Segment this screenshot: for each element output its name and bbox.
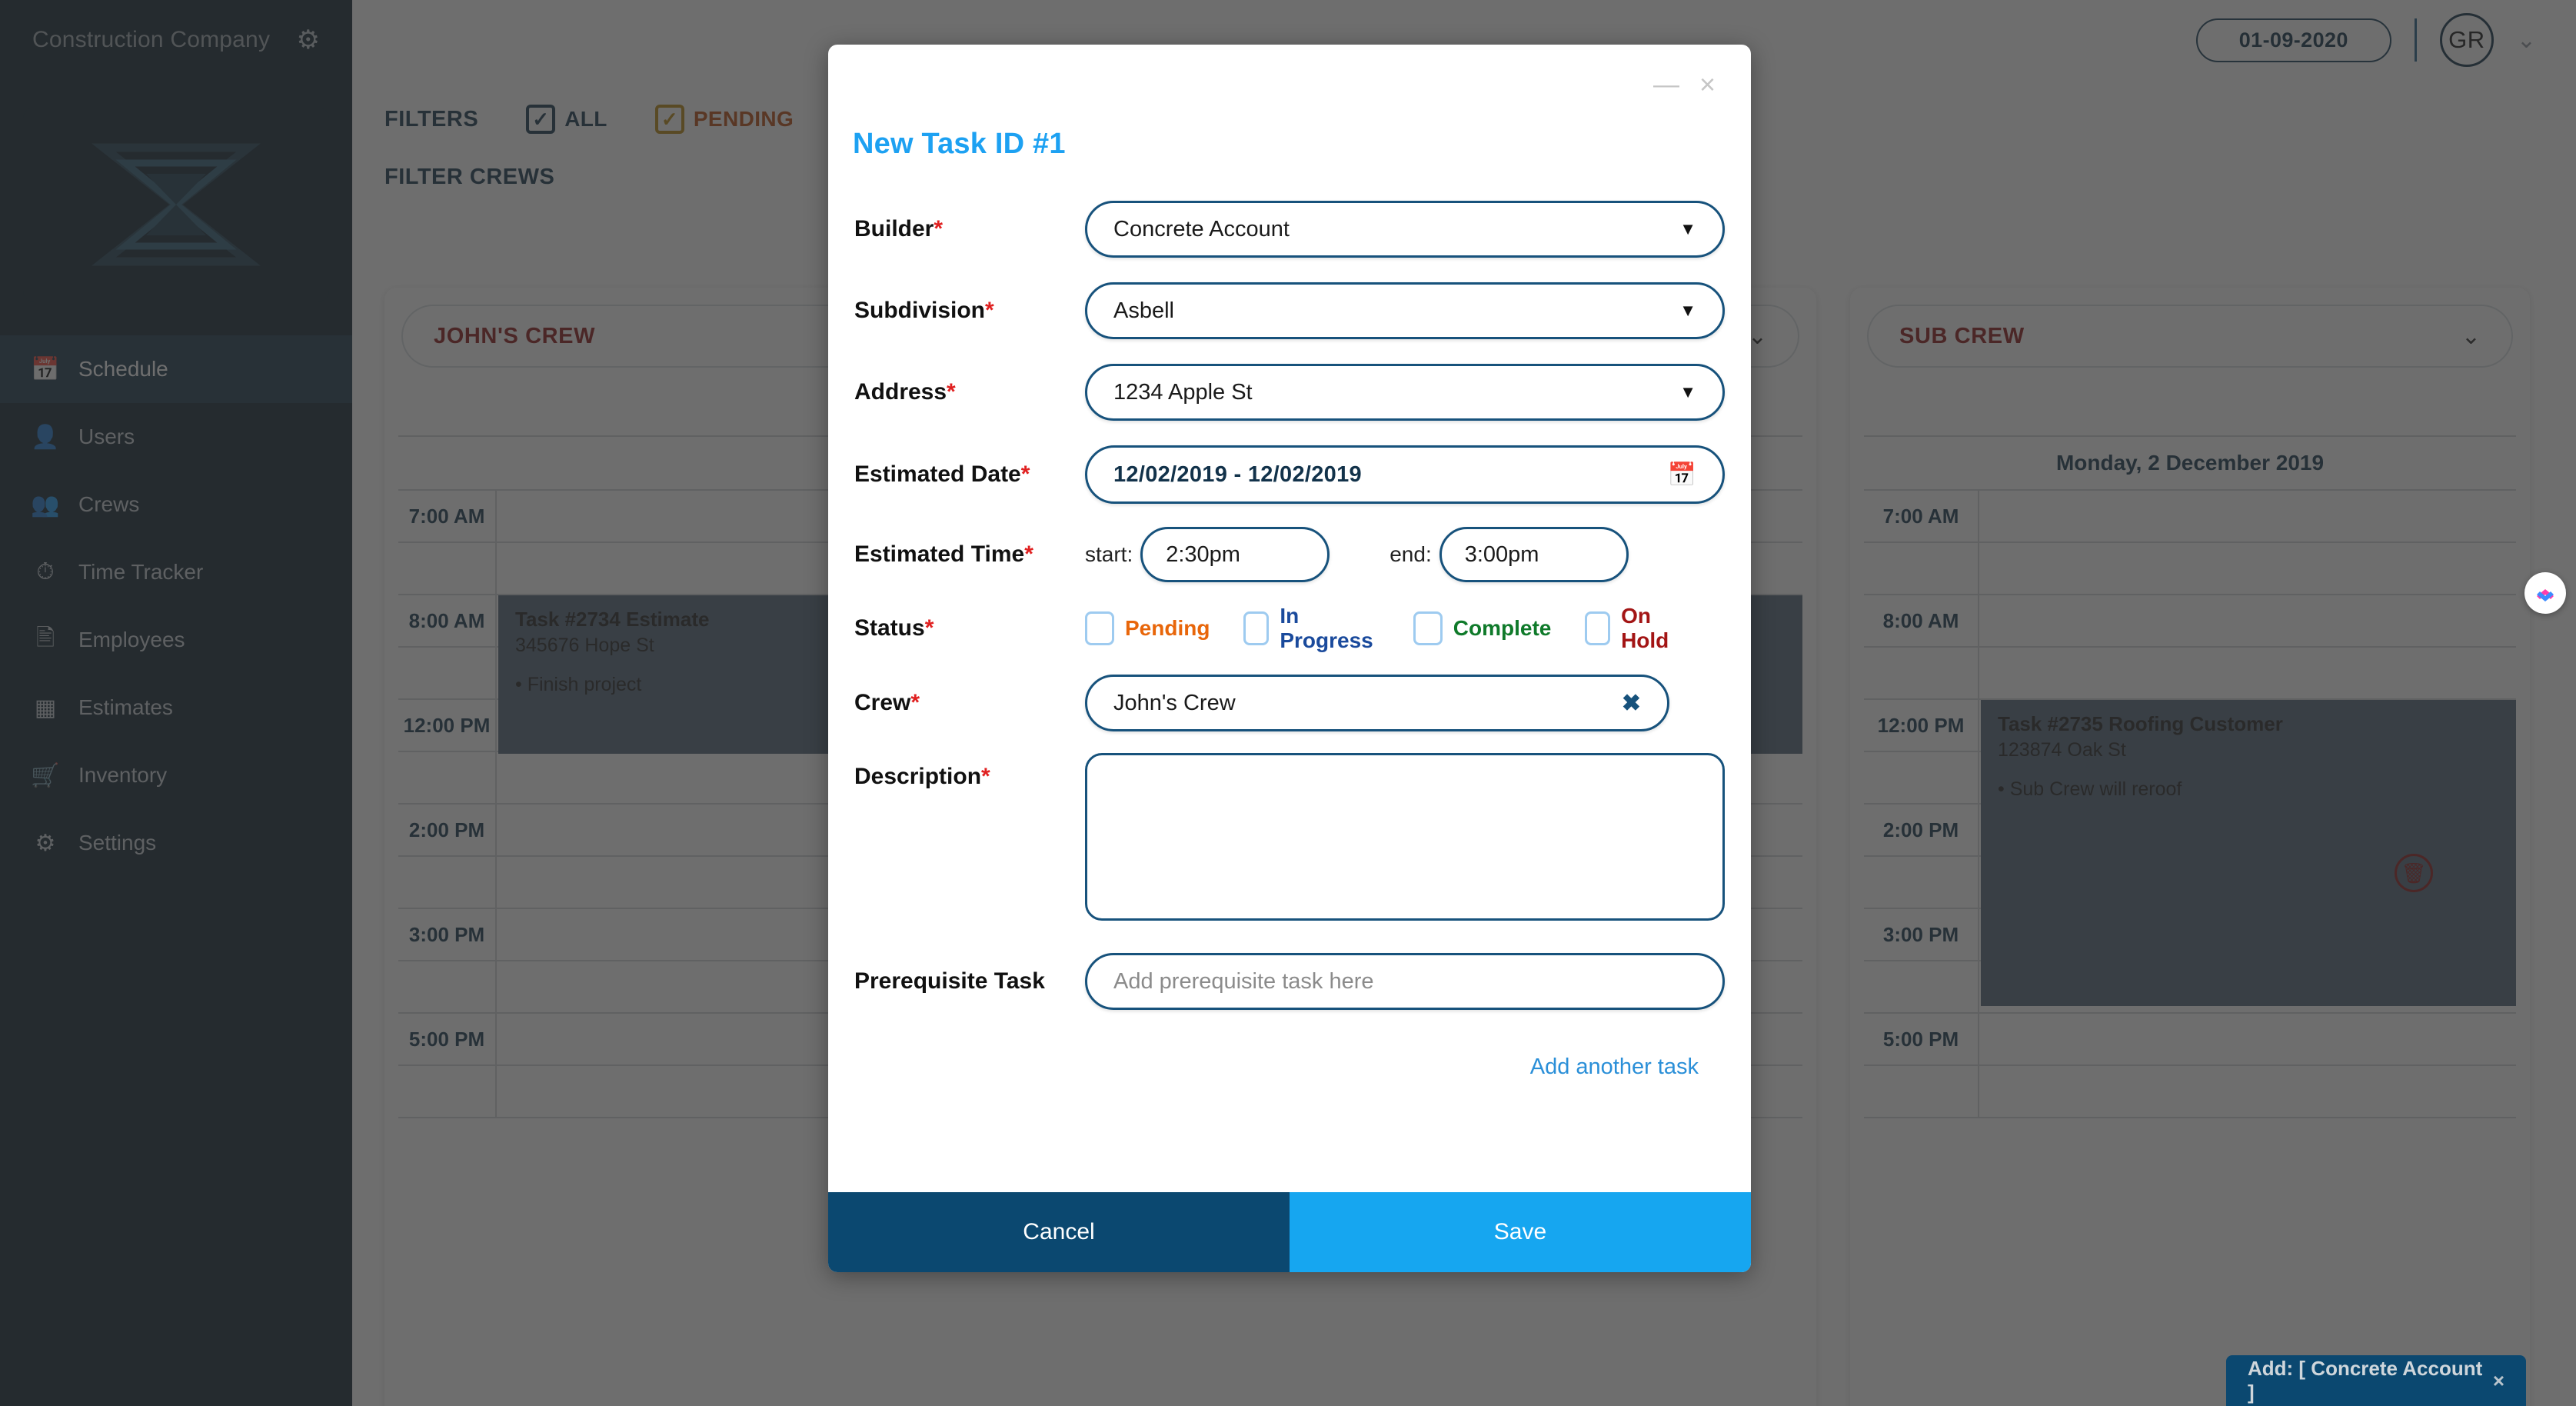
selected-value: 1234 Apple St [1113,379,1253,405]
status-complete[interactable]: Complete [1413,611,1552,645]
field-label: Crew* [854,690,1085,716]
field-crew: Crew* John's Crew ✖ [854,675,1725,731]
label-text: Estimated Date [854,461,1021,487]
start-time-input[interactable]: 2:30pm [1140,527,1330,582]
field-label: Prerequisite Task [854,968,1085,995]
selected-value: Concrete Account [1113,216,1290,242]
clickup-logo-icon[interactable] [2524,572,2566,614]
field-prerequisite-task: Prerequisite Task Add prerequisite task … [854,953,1725,1010]
toast-notification: Add: [ Concrete Account ] × [2226,1355,2526,1406]
field-label: Estimated Date* [854,461,1085,488]
field-label: Status* [854,615,1085,641]
field-builder: Builder* Concrete Account ▼ [854,201,1725,258]
field-description: Description* [854,753,1725,921]
required-mark: * [924,615,934,641]
status-label: On Hold [1621,604,1669,652]
required-mark: * [981,764,990,789]
required-mark: * [1024,541,1033,567]
clear-x-icon[interactable]: ✖ [1622,690,1641,717]
description-textarea[interactable] [1085,753,1725,921]
builder-select[interactable]: Concrete Account ▼ [1085,201,1725,258]
field-label: Address* [854,379,1085,405]
modal-controls: — × [828,45,1751,100]
field-control: Add prerequisite task here [1085,953,1725,1010]
close-icon[interactable]: × [2493,1369,2504,1393]
date-value: 12/02/2019 - 12/02/2019 [1113,461,1362,487]
required-mark: * [910,690,920,715]
label-text: Builder [854,216,934,242]
field-label: Estimated Time* [854,541,1085,568]
field-address: Address* 1234 Apple St ▼ [854,364,1725,421]
label-text: Estimated Time [854,541,1025,567]
checkbox-icon[interactable] [1413,611,1443,645]
field-subdivision: Subdivision* Asbell ▼ [854,282,1725,339]
estimated-date-input[interactable]: 12/02/2019 - 12/02/2019 📅 [1085,445,1725,504]
field-control [1085,753,1725,921]
required-mark: * [1020,461,1030,487]
field-control: Concrete Account ▼ [1085,201,1725,258]
field-label: Subdivision* [854,298,1085,324]
label-text: Subdivision [854,298,986,323]
required-mark: * [985,298,994,323]
checkbox-icon[interactable] [1085,611,1114,645]
status-pending[interactable]: Pending [1085,611,1210,645]
add-another-task-link[interactable]: Add another task [854,1028,1725,1080]
status-label: Pending [1125,616,1210,640]
field-status: Status* Pending In Progress Complete On … [854,604,1725,653]
field-estimated-time: Estimated Time* start: 2:30pm end: 3:00p… [854,527,1725,582]
field-control: 1234 Apple St ▼ [1085,364,1725,421]
label-text: Address [854,379,947,405]
field-estimated-date: Estimated Date* 12/02/2019 - 12/02/2019 … [854,445,1725,504]
field-control: John's Crew ✖ [1085,675,1725,731]
label-text: Status [854,615,925,641]
label-text: Prerequisite Task [854,968,1045,994]
chevron-down-icon: ▼ [1679,301,1696,320]
crew-input[interactable]: John's Crew ✖ [1085,675,1669,731]
checkbox-icon[interactable] [1243,611,1270,645]
close-icon[interactable]: × [1699,71,1716,98]
new-task-modal: — × New Task ID #1 Builder* Concrete Acc… [828,45,1751,1272]
required-mark: * [934,216,944,242]
toast-message: Add: [ Concrete Account ] [2248,1357,2483,1404]
modal-body: Builder* Concrete Account ▼ Subdivision*… [828,161,1751,1192]
crew-value: John's Crew [1113,690,1236,715]
field-control: Asbell ▼ [1085,282,1725,339]
field-control: Pending In Progress Complete On Hold [1085,604,1725,653]
subdivision-select[interactable]: Asbell ▼ [1085,282,1725,339]
minimize-icon[interactable]: — [1653,72,1679,98]
modal-footer: Cancel Save [828,1192,1751,1272]
chevron-down-icon: ▼ [1679,219,1696,238]
end-time-input[interactable]: 3:00pm [1439,527,1629,582]
field-label: Description* [854,753,1085,790]
prerequisite-input[interactable]: Add prerequisite task here [1085,953,1725,1010]
status-in-progress[interactable]: In Progress [1243,604,1379,653]
end-label: end: [1390,542,1432,566]
modal-title: New Task ID #1 [853,128,1066,160]
status-on-hold[interactable]: On Hold [1585,604,1691,653]
cancel-button[interactable]: Cancel [828,1192,1290,1272]
field-label: Builder* [854,216,1085,242]
start-label: start: [1085,542,1133,566]
status-label: In Progress [1280,604,1373,652]
required-mark: * [947,379,956,405]
status-label: Complete [1453,616,1552,640]
calendar-icon[interactable]: 📅 [1668,461,1696,488]
save-button[interactable]: Save [1290,1192,1751,1272]
field-control: 12/02/2019 - 12/02/2019 📅 [1085,445,1725,504]
chevron-down-icon: ▼ [1679,382,1696,401]
address-select[interactable]: 1234 Apple St ▼ [1085,364,1725,421]
label-text: Description [854,764,982,789]
selected-value: Asbell [1113,298,1174,323]
label-text: Crew [854,690,911,715]
checkbox-icon[interactable] [1585,611,1611,645]
field-control: start: 2:30pm end: 3:00pm [1085,527,1725,582]
